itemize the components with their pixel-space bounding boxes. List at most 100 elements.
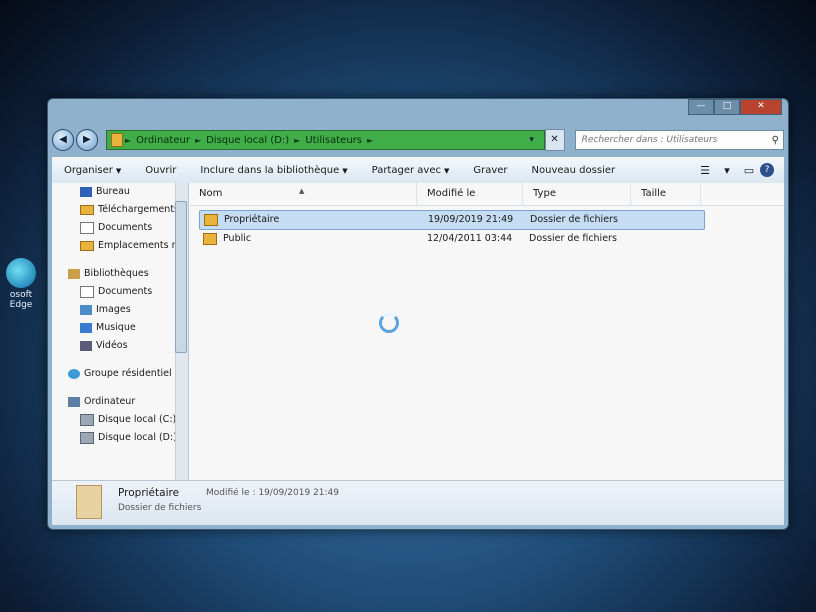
sidebar-item-disque-c[interactable]: Disque local (C:) <box>52 411 188 429</box>
edge-label-line2: Edge <box>9 300 33 310</box>
chevron-right-icon[interactable]: ► <box>367 136 373 145</box>
navigation-bar: ◀ ▶ ► Ordinateur ► Disque local (D:) ► U… <box>52 127 784 153</box>
sidebar-item-documents-fav[interactable]: Documents <box>52 219 188 237</box>
close-button[interactable]: ✕ <box>740 99 782 115</box>
open-label: Ouvrir <box>145 164 177 176</box>
column-header-name[interactable]: ▲ Nom <box>189 183 417 205</box>
documents-icon <box>80 222 94 234</box>
burn-button[interactable]: Graver <box>461 165 519 176</box>
file-row[interactable]: Propriétaire 19/09/2019 21:49 Dossier de… <box>199 210 705 230</box>
sidebar-item-emplacements[interactable]: Emplacements ré <box>52 237 188 255</box>
search-input[interactable] <box>579 134 772 146</box>
computer-icon <box>68 397 80 407</box>
edge-label-line1: osoft <box>9 290 33 300</box>
include-in-library-button[interactable]: Inclure dans la bibliothèque ▼ <box>188 165 359 176</box>
chevron-right-icon[interactable]: ► <box>195 136 201 145</box>
file-type: Dossier de fichiers <box>529 233 617 244</box>
homegroup-icon <box>68 369 80 379</box>
sidebar-item-ordinateur[interactable]: Ordinateur <box>52 393 188 411</box>
dropdown-arrow-icon: ▼ <box>115 166 122 175</box>
file-name: Public <box>223 233 252 244</box>
column-headers: ▲ Nom Modifié le Type Taille <box>189 183 784 206</box>
libraries-icon <box>68 269 80 279</box>
dropdown-arrow-icon: ▼ <box>443 166 450 175</box>
column-header-type[interactable]: Type <box>523 183 631 205</box>
sidebar-item-musique[interactable]: Musique <box>52 319 188 337</box>
dropdown-arrow-icon: ▼ <box>342 166 348 175</box>
folder-icon <box>204 214 218 226</box>
sidebar-item-lib-documents[interactable]: Documents <box>52 283 188 301</box>
recent-places-icon <box>80 241 94 251</box>
edge-icon <box>6 258 36 288</box>
column-name-label: Nom <box>199 188 223 199</box>
sidebar-item-telechargements[interactable]: Téléchargements <box>52 201 188 219</box>
music-icon <box>80 323 92 333</box>
share-label: Partager avec <box>371 164 441 176</box>
documents-icon <box>80 286 94 298</box>
search-icon[interactable]: ⚲ <box>772 135 779 146</box>
preview-pane-icon[interactable]: ▭ <box>738 164 760 177</box>
command-bar: Organiser ▼ Ouvrir Inclure dans la biblio… <box>52 157 784 184</box>
file-name-cell: Public <box>199 230 417 248</box>
sidebar-item-label: Bureau <box>96 186 130 197</box>
minimize-button[interactable]: — <box>688 99 714 115</box>
sidebar-item-label: Groupe résidentiel <box>84 368 172 379</box>
breadcrumb-ordinateur[interactable]: Ordinateur <box>136 135 190 146</box>
help-icon[interactable]: ? <box>760 163 774 177</box>
file-list: ▲ Nom Modifié le Type Taille Propriétaire… <box>189 183 784 481</box>
organize-label: Organiser <box>64 164 113 176</box>
navigation-pane: Bureau Téléchargements Documents Emplace… <box>52 183 189 481</box>
file-type: Dossier de fichiers <box>530 214 618 225</box>
folder-icon <box>76 485 102 519</box>
sidebar-item-disque-d[interactable]: Disque local (D:) <box>52 429 188 447</box>
forward-button[interactable]: ▶ <box>75 129 98 151</box>
column-header-size[interactable]: Taille <box>631 183 701 205</box>
sidebar-item-bureau[interactable]: Bureau <box>52 183 188 201</box>
explorer-window: — □ ✕ ◀ ▶ ► Ordinateur ► Disque local (D… <box>47 98 789 530</box>
file-row[interactable]: Public 12/04/2011 03:44 Dossier de fichi… <box>199 230 703 248</box>
share-with-button[interactable]: Partager avec ▼ <box>360 165 462 176</box>
chevron-right-icon[interactable]: ► <box>294 136 300 145</box>
back-button[interactable]: ◀ <box>52 129 74 151</box>
details-name: Propriétaire <box>118 487 180 499</box>
sidebar-item-bibliotheques[interactable]: Bibliothèques <box>52 265 188 283</box>
sidebar-item-images[interactable]: Images <box>52 301 188 319</box>
maximize-button[interactable]: □ <box>714 99 740 115</box>
sidebar-item-label: Emplacements ré <box>98 240 182 251</box>
address-bar[interactable]: ► Ordinateur ► Disque local (D:) ► Utili… <box>105 130 545 150</box>
view-dropdown-icon[interactable]: ▾ <box>716 164 738 177</box>
search-box[interactable]: ⚲ <box>574 130 784 150</box>
chevron-right-icon[interactable]: ► <box>125 136 131 145</box>
sidebar-scrollbar[interactable] <box>175 183 188 481</box>
sidebar-item-videos[interactable]: Vidéos <box>52 337 188 355</box>
videos-icon <box>80 341 92 351</box>
sidebar-item-groupe-residentiel[interactable]: Groupe résidentiel <box>52 365 188 383</box>
breadcrumb-utilisateurs[interactable]: Utilisateurs <box>305 135 362 146</box>
edge-desktop-icon[interactable]: osoft Edge <box>0 258 42 310</box>
drive-icon <box>80 432 94 444</box>
breadcrumb-disque-d[interactable]: Disque local (D:) <box>206 135 289 146</box>
details-modified: Modifié le : 19/09/2019 21:49 <box>206 488 340 498</box>
sidebar-item-label: Ordinateur <box>84 396 136 407</box>
sidebar-item-label: Bibliothèques <box>84 268 149 279</box>
organize-button[interactable]: Organiser ▼ <box>52 165 133 176</box>
sidebar-item-label: Téléchargements <box>98 204 179 215</box>
open-button[interactable]: Ouvrir <box>133 165 188 176</box>
new-folder-button[interactable]: Nouveau dossier <box>520 165 628 176</box>
column-header-modified[interactable]: Modifié le <box>417 183 523 205</box>
downloads-icon <box>80 205 94 215</box>
busy-cursor-icon <box>379 313 399 333</box>
sort-ascending-icon: ▲ <box>299 187 305 195</box>
folder-icon <box>110 133 123 147</box>
file-name: Propriétaire <box>224 214 280 225</box>
refresh-button[interactable]: ✕ <box>544 129 565 151</box>
sidebar-item-label: Images <box>96 304 131 315</box>
scrollbar-thumb[interactable] <box>175 201 187 353</box>
sidebar-item-label: Disque local (C:) <box>98 414 177 425</box>
images-icon <box>80 305 92 315</box>
view-options-icon[interactable]: ☰ <box>694 164 716 177</box>
desktop-icon <box>80 187 92 197</box>
details-type: Dossier de fichiers <box>118 503 202 513</box>
address-dropdown-icon[interactable]: ▾ <box>524 131 540 149</box>
sidebar-item-label: Musique <box>96 322 136 333</box>
